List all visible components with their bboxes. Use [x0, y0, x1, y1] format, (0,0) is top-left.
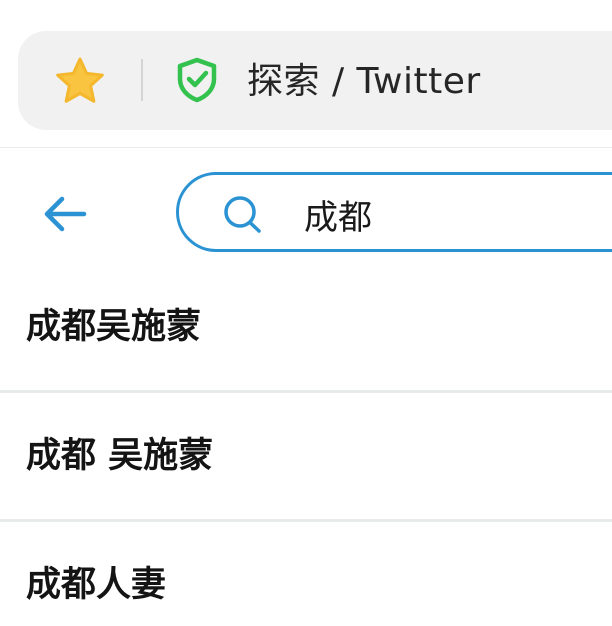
- address-bar-divider: [141, 59, 143, 101]
- suggestion-label: 成都吴施蒙: [26, 307, 202, 347]
- suggestion-item[interactable]: 成都 吴施蒙: [0, 393, 612, 521]
- star-icon: [56, 57, 104, 103]
- twitter-search-screen: 探索 / Twitter 成都吴施蒙 成都 吴施蒙 成都人妻: [0, 0, 612, 626]
- suggestion-label: 成都人妻: [26, 565, 167, 605]
- search-icon: [224, 196, 261, 233]
- shield-check-icon: [177, 57, 217, 103]
- suggestion-label: 成都 吴施蒙: [26, 436, 214, 476]
- page-title: 探索 / Twitter: [247, 61, 481, 102]
- suggestion-item[interactable]: 成都人妻: [0, 522, 612, 626]
- back-button[interactable]: [38, 190, 92, 238]
- arrow-left-icon: [44, 196, 87, 232]
- header-separator: [0, 147, 612, 148]
- bookmark-button[interactable]: [52, 54, 108, 108]
- search-input[interactable]: [304, 190, 604, 238]
- suggestion-item[interactable]: 成都吴施蒙: [0, 262, 612, 390]
